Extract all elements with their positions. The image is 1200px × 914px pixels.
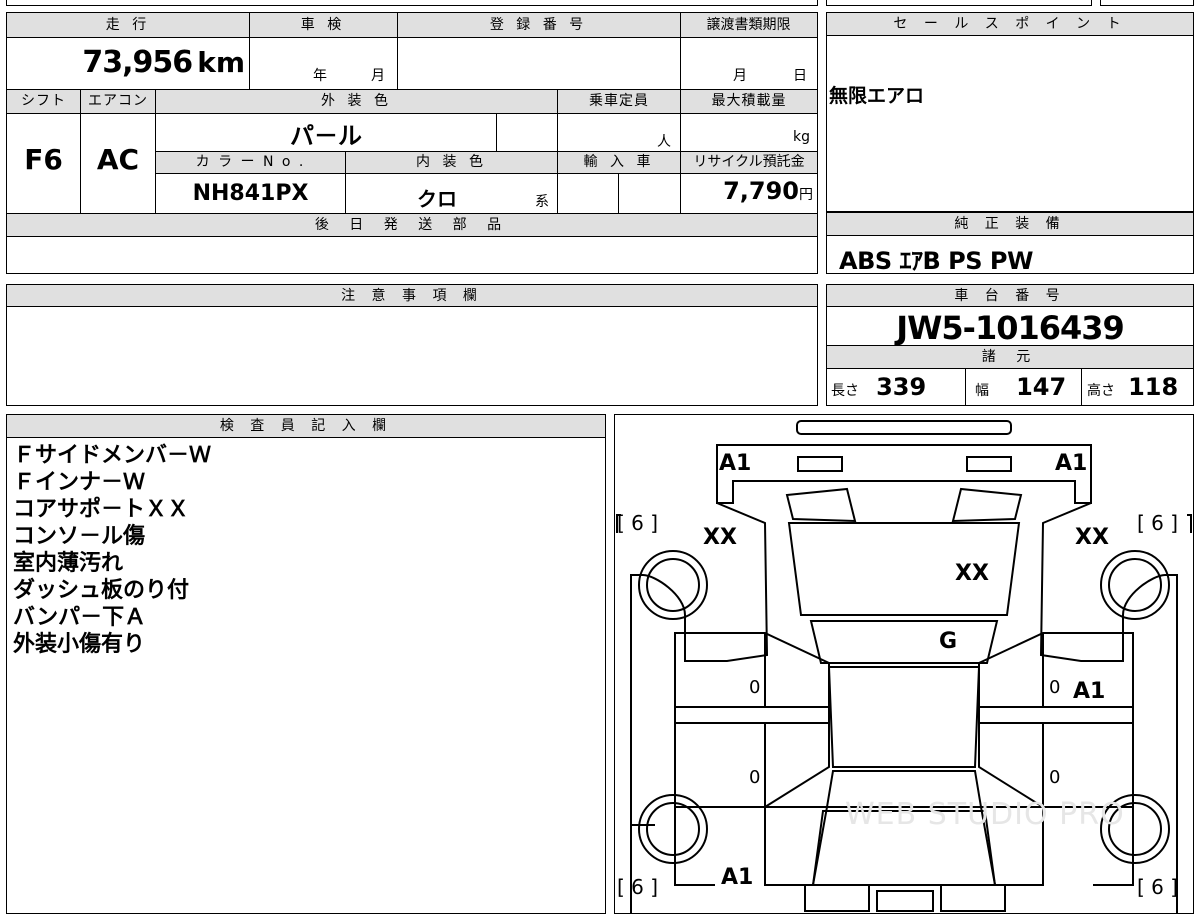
inspector-note: 室内薄汚れ [13, 551, 124, 576]
recycle-header: リサイクル預託金 [681, 152, 817, 173]
shift-value: F6 [24, 143, 63, 176]
door-front-left-mark: 0 [749, 677, 761, 698]
interior-color-header: 内 装 色 [346, 152, 557, 173]
door-rear-left-mark: 0 [749, 767, 761, 788]
sales-point-text: 無限エアロ [829, 85, 925, 107]
caution-box: 注 意 事 項 欄 [6, 284, 818, 406]
equipment-box: 純 正 装 備 ABS ｴｱB PS PW [826, 212, 1194, 275]
inspector-note: コンソ－ル傷 [13, 524, 146, 549]
top-cutoff-strip-right [826, 0, 1092, 6]
inspector-notes-box: 検 査 員 記 入 欄 Ｆサイドメンバ－Ｗ Ｆインナ－Ｗ コアサポ－トＸＸ コン… [6, 414, 606, 914]
top-cutoff-strip-right2 [1100, 0, 1194, 6]
transfer-month: 月 [733, 68, 747, 84]
spec-header: 諸 元 [827, 346, 1193, 368]
recycle-value: 7,790円 [723, 177, 813, 205]
width-spec: 幅 147 [975, 373, 1067, 401]
max-load-header: 最大積載量 [681, 90, 817, 113]
max-load-unit: kg [793, 129, 810, 145]
vehicle-info-grid: 走 行 車 検 登 録 番 号 譲渡書類期限 73,956 km 年 月 月 日… [6, 12, 818, 274]
length-spec: 長さ 339 [831, 373, 927, 401]
later-parts-header: 後 日 発 送 部 品 [7, 214, 817, 236]
capacity-header: 乗車定員 [558, 90, 680, 113]
chassis-box: 車 台 番 号 JW5-1016439 諸 元 長さ 339 幅 147 高さ … [826, 284, 1194, 406]
interior-color-value: クロ [417, 187, 457, 211]
top-cutoff-strip [6, 0, 818, 6]
watermark: WEB STUDIO PRO [845, 797, 1125, 832]
equipment-text: ABS ｴｱB PS PW [839, 247, 1033, 275]
door-front-right-mark: 0 [1049, 677, 1061, 698]
inspector-note: バンパ－下Ａ [13, 605, 147, 630]
inspector-note: Ｆサイドメンバ－Ｗ [13, 443, 212, 468]
capacity-unit: 人 [657, 134, 671, 150]
mileage-header: 走 行 [7, 13, 249, 37]
inspector-note: ダッシュ板のり付 [13, 578, 190, 603]
chassis-number: JW5-1016439 [896, 309, 1125, 347]
inspector-note: コアサポ－トＸＸ [13, 497, 190, 522]
sales-point-header: セ ー ル ス ポ イ ン ト [827, 13, 1193, 36]
sales-point-box: セ ー ル ス ポ イ ン ト 無限エアロ [826, 12, 1194, 212]
tire-front-right: [ 6 ] [1137, 511, 1179, 535]
fender-front-left-damage: XX [703, 525, 737, 550]
exterior-color-header: 外 装 色 [156, 90, 557, 113]
inspector-note: 外装小傷有り [13, 632, 146, 657]
tire-front-left: [ 6 ] [617, 511, 659, 535]
height-spec: 高さ 118 [1087, 373, 1179, 401]
door-front-right-damage: A1 [1073, 679, 1106, 704]
tire-rear-right: [ 6 ] [1137, 875, 1179, 899]
inspector-notes-list: Ｆサイドメンバ－Ｗ Ｆインナ－Ｗ コアサポ－トＸＸ コンソ－ル傷 室内薄汚れ ダ… [13, 442, 211, 658]
rear-left-damage: A1 [721, 865, 754, 890]
inspector-note: Ｆインナ－Ｗ [13, 470, 146, 495]
front-left-damage: A1 [719, 451, 752, 476]
windshield-damage: G [939, 629, 958, 654]
inspection-year: 年 [313, 68, 327, 84]
import-header: 輸 入 車 [558, 152, 680, 173]
fender-front-right-damage: XX [1075, 525, 1109, 550]
aircon-header: エアコン [81, 90, 155, 113]
tire-rear-left: [ 6 ] [617, 875, 659, 899]
inspection-header: 車 検 [249, 13, 397, 37]
color-no-value: NH841PX [192, 181, 309, 206]
registration-header: 登 録 番 号 [397, 13, 680, 37]
exterior-color-value: パ－ル [290, 122, 362, 150]
equipment-header: 純 正 装 備 [827, 213, 1193, 236]
transfer-day: 日 [793, 68, 807, 84]
car-diagram-box: A1 A1 [ 6 ] [ 6 ] XX XX XX G 0 0 A1 0 0 … [614, 414, 1194, 914]
front-right-damage: A1 [1055, 451, 1088, 476]
caution-header: 注 意 事 項 欄 [7, 285, 817, 307]
shift-header: シフト [7, 90, 80, 113]
car-diagram-icon [616, 420, 1192, 913]
hood-damage: XX [955, 561, 989, 586]
interior-color-suffix: 系 [535, 194, 549, 210]
aircon-value: AC [96, 143, 140, 176]
inspector-notes-header: 検 査 員 記 入 欄 [7, 415, 605, 438]
door-rear-right-mark: 0 [1049, 767, 1061, 788]
transfer-deadline-header: 譲渡書類期限 [680, 13, 817, 37]
mileage-value: 73,956 km [82, 45, 245, 80]
inspection-month: 月 [371, 68, 385, 84]
chassis-header: 車 台 番 号 [827, 285, 1193, 307]
color-no-header: カ ラ ー N o . [156, 152, 345, 173]
